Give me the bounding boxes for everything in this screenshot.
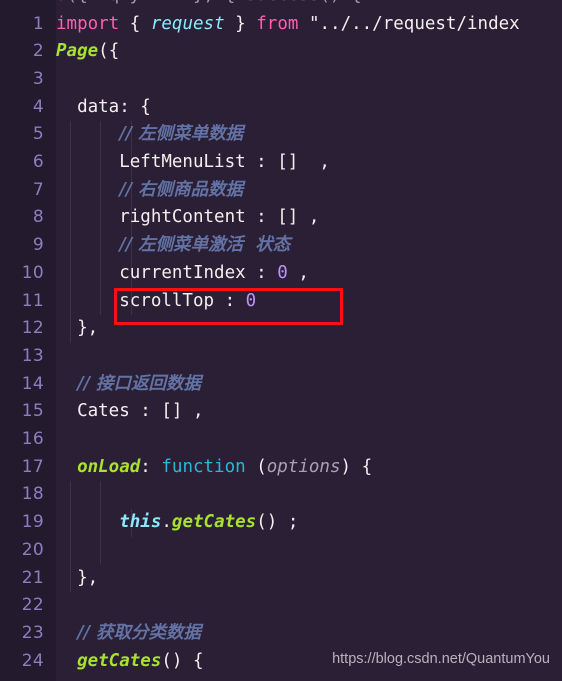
line-number: 9 [32, 235, 44, 256]
line-number: 19 [21, 512, 44, 533]
code-token: }, [56, 567, 99, 588]
code-token: }, [56, 318, 99, 339]
code-token: ({ [98, 41, 120, 62]
code-token: () ; [256, 512, 299, 533]
line-number: 4 [32, 96, 44, 117]
line-number-gutter: 1 2 3 4 5 6 7 8 9 10 11 12 13 14 15 16 17 18 19 20 21 22 23 24 [0, 0, 56, 681]
code-token: Page [56, 41, 99, 62]
line-number: 21 [21, 567, 44, 588]
code-token: rightContent : [] , [56, 207, 320, 228]
code-content-area[interactable]: import { request } from "../../request/i… [56, 0, 562, 681]
code-line[interactable]: scrollTop : 0 [56, 288, 256, 316]
line-number: 16 [21, 429, 44, 449]
code-line[interactable]: rightContent : [] , [56, 204, 319, 232]
code-token: import [56, 13, 120, 34]
code-line[interactable]: }, [56, 315, 98, 343]
line-number: 10 [21, 262, 44, 283]
code-token: getCates [77, 650, 162, 671]
code-line[interactable]: // 接口返回数据 [56, 371, 201, 399]
code-token: : { [119, 96, 151, 117]
code-line[interactable]: data: { [56, 94, 151, 122]
line-number: 6 [32, 152, 44, 172]
code-token: data [56, 96, 120, 117]
code-line[interactable]: // 左侧菜单数据 [56, 121, 243, 149]
code-token: 0 [277, 262, 288, 283]
line-number: 23 [21, 622, 44, 643]
code-line[interactable]: import { request } from "../../request/i… [56, 11, 520, 39]
code-token: 0 [245, 290, 257, 311]
code-line[interactable]: getCates() { [56, 648, 204, 676]
line-number: 15 [21, 401, 44, 422]
line-number: 2 [32, 41, 44, 62]
code-token: currentIndex : [56, 262, 278, 283]
watermark-url: https://blog.csdn.net/QuantumYou [332, 651, 550, 667]
line-number: 14 [21, 373, 44, 394]
code-line[interactable]: Cates : [] , [56, 398, 204, 426]
line-number: 17 [21, 456, 44, 477]
cropped-top-line: d({ 'qty': 1 }, { success() { [56, 0, 362, 10]
code-line[interactable]: // 左侧菜单激活 状态 [56, 232, 290, 260]
code-token: this [119, 512, 162, 533]
code-line[interactable]: Page({ [56, 38, 119, 66]
code-token: : [140, 456, 162, 477]
code-line[interactable]: // 获取分类数据 [56, 620, 201, 648]
line-number: 22 [21, 595, 44, 616]
code-token: ( [245, 456, 267, 477]
code-token: request [150, 13, 225, 34]
line-number: 5 [32, 124, 44, 145]
line-number: 18 [21, 484, 44, 505]
line-number: 3 [32, 68, 44, 89]
line-number: 1 [32, 13, 44, 34]
code-token: "../../request/index [308, 13, 520, 34]
code-token: // 左侧菜单数据 [119, 124, 244, 145]
code-token: options [266, 456, 341, 477]
code-editor-screenshot: 1 2 3 4 5 6 7 8 9 10 11 12 13 14 15 16 17 18 19 20 21 22 23 24 … [0, 0, 562, 681]
code-token: // 左侧菜单激活 状态 [119, 235, 291, 256]
code-token: Cates : [] , [56, 401, 204, 422]
code-line[interactable]: }, [56, 565, 98, 593]
line-number: 11 [21, 290, 44, 311]
line-number: 13 [21, 345, 44, 366]
code-token: function [161, 456, 246, 477]
code-token: { [129, 13, 141, 34]
line-number: 7 [32, 179, 44, 200]
code-line[interactable]: LeftMenuList : [] , [56, 149, 330, 177]
code-token: LeftMenuList : [] , [56, 152, 330, 172]
line-number: 12 [21, 318, 44, 339]
code-token: // 接口返回数据 [77, 373, 201, 394]
line-number: 8 [32, 207, 44, 228]
code-token: // 右侧商品数据 [119, 179, 244, 200]
code-token: } [235, 13, 246, 34]
code-token: // 获取分类数据 [77, 622, 201, 643]
code-token: from [256, 13, 299, 34]
code-line[interactable]: onLoad: function (options) { [56, 454, 372, 482]
line-number: 24 [21, 650, 44, 671]
code-token: onLoad [77, 456, 141, 477]
code-line[interactable]: // 右侧商品数据 [56, 177, 243, 205]
code-token: , [287, 262, 309, 283]
code-token: ) { [340, 456, 373, 477]
line-number: 20 [21, 539, 44, 560]
code-line[interactable]: currentIndex : 0 , [56, 260, 309, 288]
code-token: getCates [171, 512, 257, 533]
code-token: . [161, 512, 172, 533]
code-token: () { [161, 650, 204, 671]
code-token: scrollTop : [56, 290, 246, 311]
code-line[interactable]: this.getCates() ; [56, 509, 298, 537]
